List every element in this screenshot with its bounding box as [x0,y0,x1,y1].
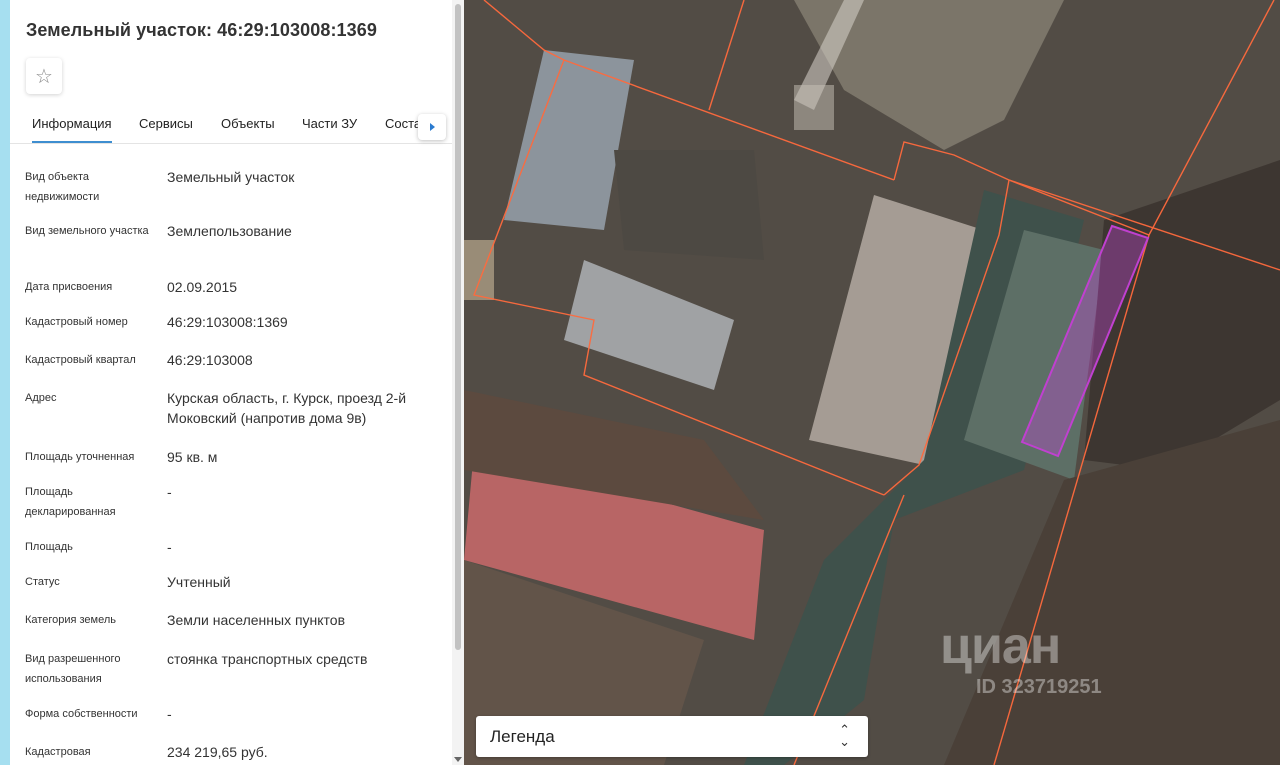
detail-label: Форма собственности [25,708,138,720]
detail-label: Вид разрешенного использования [25,653,121,685]
detail-value: 02.09.2015 [167,279,238,295]
chevron-up-down-icon: ⌃ ⌄ [839,722,850,749]
favorite-button[interactable]: ☆ [26,58,62,94]
detail-value: - [167,539,172,555]
detail-value: стоянка транспортных средств [167,651,368,667]
page-title: Земельный участок: 46:29:103008:1369 [26,20,377,40]
detail-label: Вид объекта недвижимости [25,171,100,203]
detail-label: Кадастровая [25,746,91,758]
legend-label: Легенда [490,727,555,746]
detail-value: 46:29:103008 [167,352,253,368]
scroll-down-arrow-icon[interactable] [454,757,462,762]
tab-parts[interactable]: Части ЗУ [302,116,357,131]
detail-label: Категория земель [25,614,116,626]
info-panel: Земельный участок: 46:29:103008:1369 ☆ И… [10,0,452,765]
detail-label: Кадастровый номер [25,316,128,328]
cian-watermark-logo: циан [940,617,1061,675]
detail-value: - [167,706,172,722]
detail-value: Землепользование [167,223,292,239]
detail-value: 234 219,65 руб. [167,744,268,760]
detail-label: Дата присвоения [25,281,113,293]
triangle-right-icon [429,123,435,131]
panel-scrollbar[interactable] [452,0,464,765]
tabs-scroll-right-button[interactable] [418,114,446,140]
detail-value: 46:29:103008:1369 [167,314,288,330]
star-icon: ☆ [35,65,53,88]
detail-value: - [167,484,172,500]
detail-label: Площадь декларированная [25,486,116,518]
detail-label: Вид земельного участка [25,225,149,237]
listing-id-watermark: ID 323719251 [976,676,1102,698]
detail-label: Статус [25,576,60,588]
scrollbar-thumb[interactable] [455,4,461,650]
detail-label: Площадь уточненная [25,451,135,463]
tab-information[interactable]: Информация [32,116,112,143]
tab-services[interactable]: Сервисы [139,116,193,131]
tab-objects[interactable]: Объекты [221,116,275,131]
left-edge-strip [0,0,10,765]
detail-value: 95 кв. м [167,449,218,465]
detail-value: Земли населенных пунктов [167,612,346,628]
detail-value: Земельный участок [167,169,295,185]
map-canvas [464,0,1280,765]
detail-label: Площадь [25,541,73,553]
detail-value: Курская область, г. Курск, проезд 2-й Мо… [167,390,407,426]
detail-value: Учтенный [167,574,231,590]
satellite-map[interactable] [464,0,1280,765]
tab-bar: Информация Сервисы Объекты Части ЗУ Сост… [10,108,452,144]
legend-dropdown[interactable]: Легенда ⌃ ⌄ [476,716,868,757]
detail-label: Адрес [25,392,57,404]
detail-label: Кадастровый квартал [25,354,136,366]
